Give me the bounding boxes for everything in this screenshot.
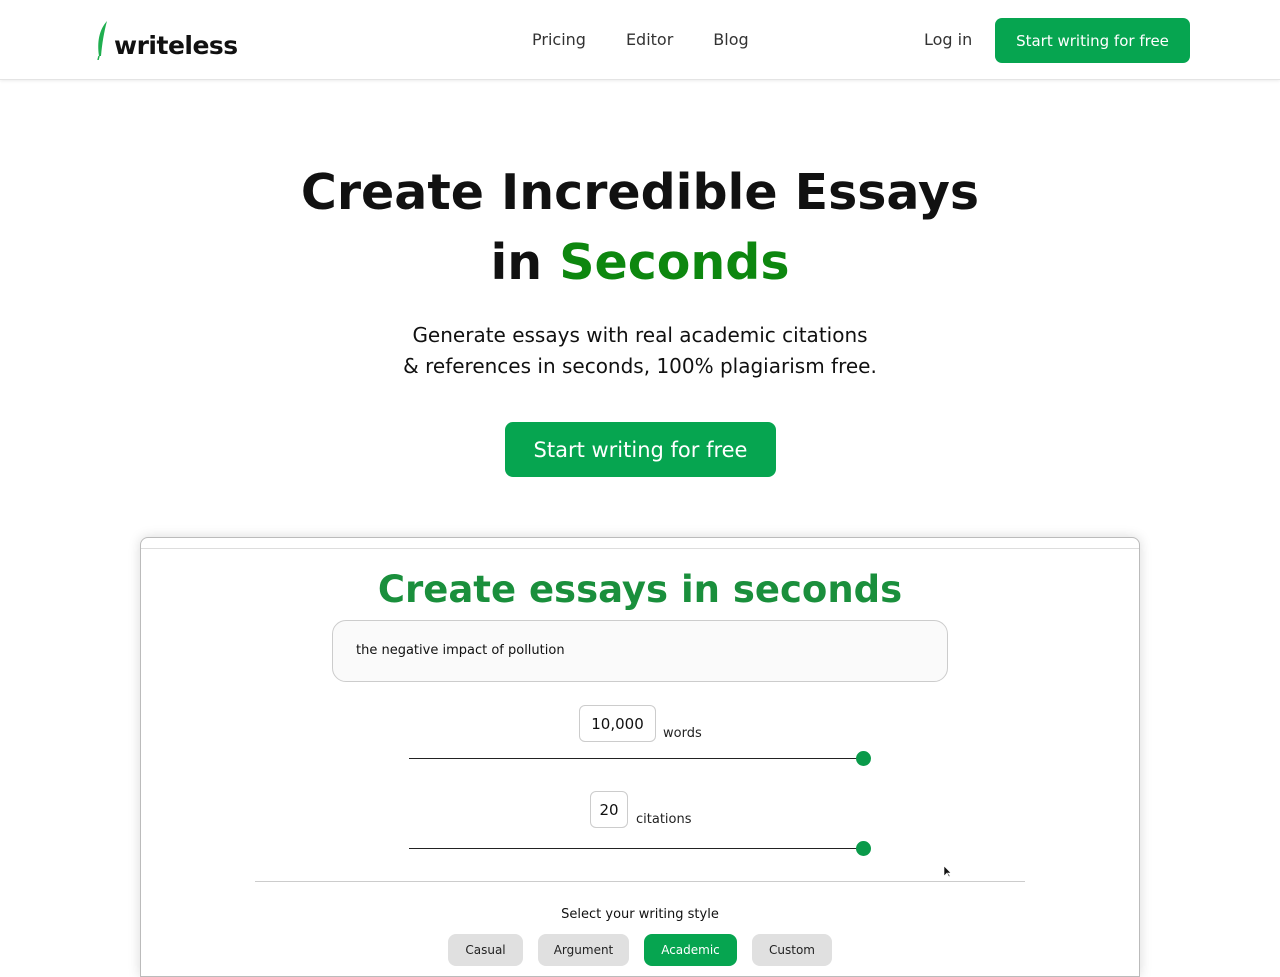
subtitle-line2: & references in seconds, 100% plagiarism… (403, 354, 877, 378)
logo-text: writeless (114, 31, 238, 60)
hero-start-writing-button[interactable]: Start writing for free (505, 422, 776, 477)
subtitle-line1: Generate essays with real academic citat… (412, 323, 868, 347)
nav-blog[interactable]: Blog (713, 30, 748, 49)
hero-title-in: in (490, 234, 543, 291)
hero-subtitle: Generate essays with real academic citat… (0, 320, 1280, 382)
hero-title: Create Incredible Essays in Seconds (0, 158, 1280, 298)
hero-title-line1: Create Incredible Essays (300, 164, 980, 221)
style-academic[interactable]: Academic (644, 934, 737, 966)
top-nav: writeless Pricing Editor Blog Log in Sta… (0, 0, 1280, 80)
words-unit: words (663, 726, 702, 741)
feather-icon (97, 21, 107, 60)
divider (255, 881, 1025, 882)
demo-panel: Create essays in seconds the negative im… (140, 537, 1140, 977)
nav-pricing[interactable]: Pricing (532, 30, 586, 49)
style-custom[interactable]: Custom (752, 934, 832, 966)
citations-input[interactable]: 20 (590, 791, 628, 828)
style-label: Select your writing style (561, 907, 719, 922)
demo-top-bar (141, 538, 1139, 549)
login-link[interactable]: Log in (924, 30, 972, 49)
hero-title-highlight: Seconds (559, 234, 790, 291)
citations-unit: citations (636, 812, 692, 827)
words-input[interactable]: 10,000 (579, 705, 656, 742)
words-slider-handle[interactable] (856, 751, 871, 766)
style-argument[interactable]: Argument (538, 934, 629, 966)
citations-slider-handle[interactable] (856, 841, 871, 856)
words-slider-track[interactable] (409, 758, 863, 759)
style-casual[interactable]: Casual (448, 934, 523, 966)
nav-start-writing-button[interactable]: Start writing for free (995, 18, 1190, 63)
demo-title: Create essays in seconds (377, 568, 903, 611)
citations-slider-track[interactable] (409, 848, 863, 849)
nav-editor[interactable]: Editor (626, 30, 673, 49)
logo[interactable]: writeless (96, 20, 238, 60)
mouse-cursor-icon (944, 866, 952, 878)
topic-input[interactable]: the negative impact of pollution (332, 620, 948, 682)
